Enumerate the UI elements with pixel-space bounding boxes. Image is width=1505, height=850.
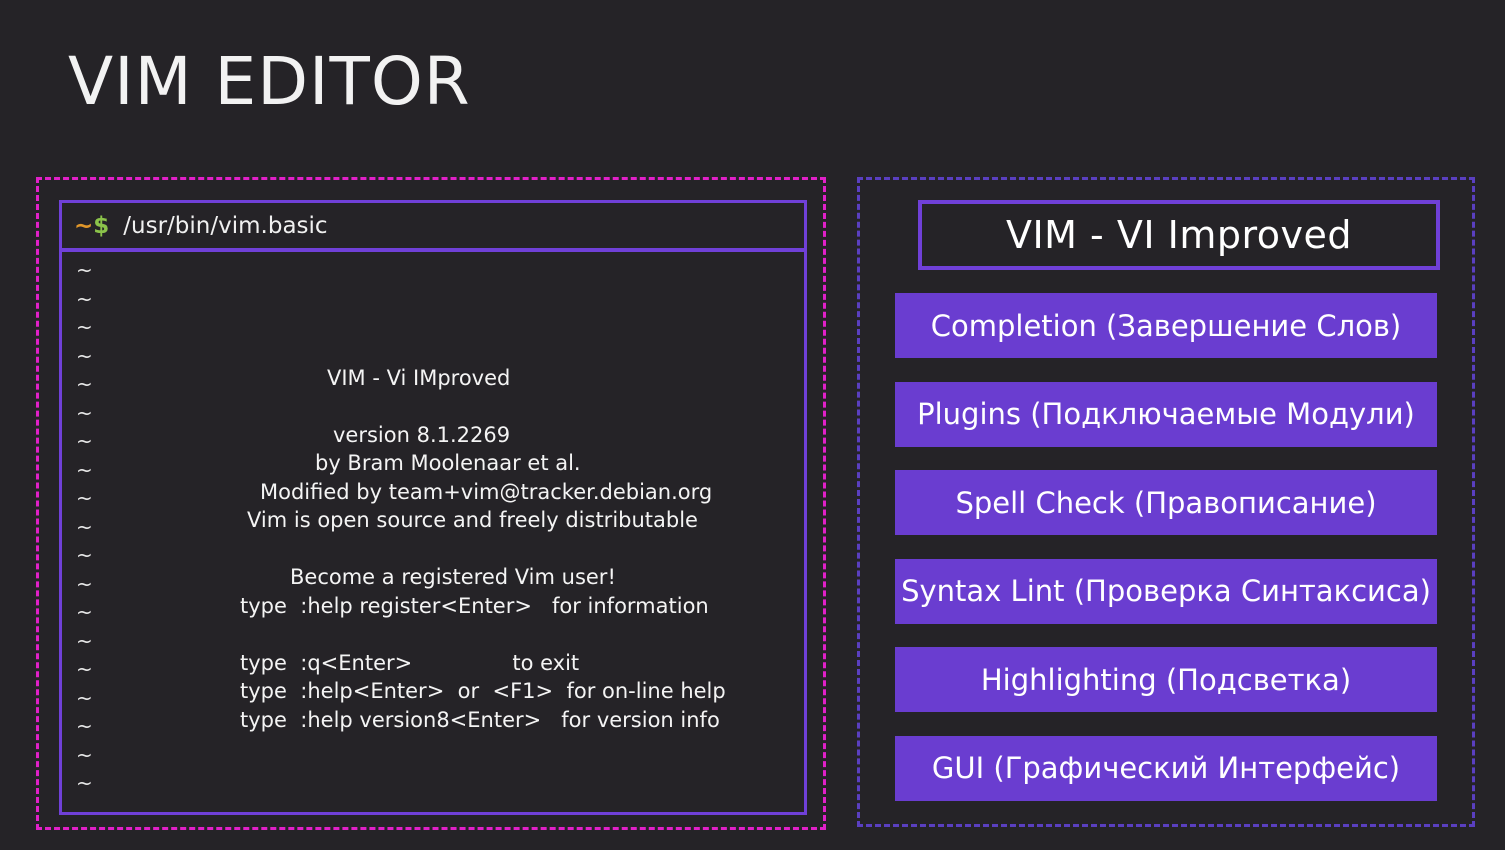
splash-version-help: type :help version8<Enter> for version i… (240, 708, 720, 732)
terminal-command: /usr/bin/vim.basic (123, 212, 328, 239)
feature-syntax-lint: Syntax Lint (Проверка Синтаксиса) (895, 558, 1437, 624)
splash-register-help: type :help register<Enter> for informati… (240, 594, 709, 618)
feature-spell-check: Spell Check (Правописание) (895, 470, 1437, 535)
page-title: VIM EDITOR (68, 43, 471, 120)
splash-name: VIM - Vi IMproved (327, 366, 511, 390)
splash-version: version 8.1.2269 (333, 423, 511, 447)
splash-online-help: type :help<Enter> or <F1> for on-line he… (240, 679, 726, 703)
splash-license: Vim is open source and freely distributa… (247, 508, 698, 532)
feature-list: Completion (Завершение Слов) Plugins (По… (895, 293, 1437, 824)
shell-prompt: ~$ (74, 213, 109, 239)
feature-plugins: Plugins (Подключаемые Модули) (895, 381, 1437, 447)
splash-author: by Bram Moolenaar et al. (315, 451, 581, 475)
feature-completion: Completion (Завершение Слов) (895, 293, 1437, 358)
vim-editor-window[interactable]: ~ ~ ~ ~ ~ ~ ~ ~ ~ ~ ~ ~ ~ ~ ~ ~ ~ ~ ~ VI… (59, 249, 807, 815)
terminal-command-bar: ~$ /usr/bin/vim.basic (59, 200, 807, 251)
vim-splash-screen: VIM - Vi IMproved version 8.1.2269 by Br… (62, 252, 804, 812)
splash-exit-help: type :q<Enter> to exit (240, 651, 580, 675)
splash-register: Become a registered Vim user! (290, 565, 616, 589)
vim-improved-title: VIM - VI Improved (918, 200, 1440, 270)
feature-highlighting: Highlighting (Подсветка) (895, 647, 1437, 712)
splash-modified: Modified by team+vim@tracker.debian.org (260, 480, 713, 504)
feature-gui: GUI (Графический Интерфейс) (895, 735, 1437, 801)
prompt-dollar: $ (93, 212, 110, 239)
prompt-tilde: ~ (74, 212, 94, 239)
